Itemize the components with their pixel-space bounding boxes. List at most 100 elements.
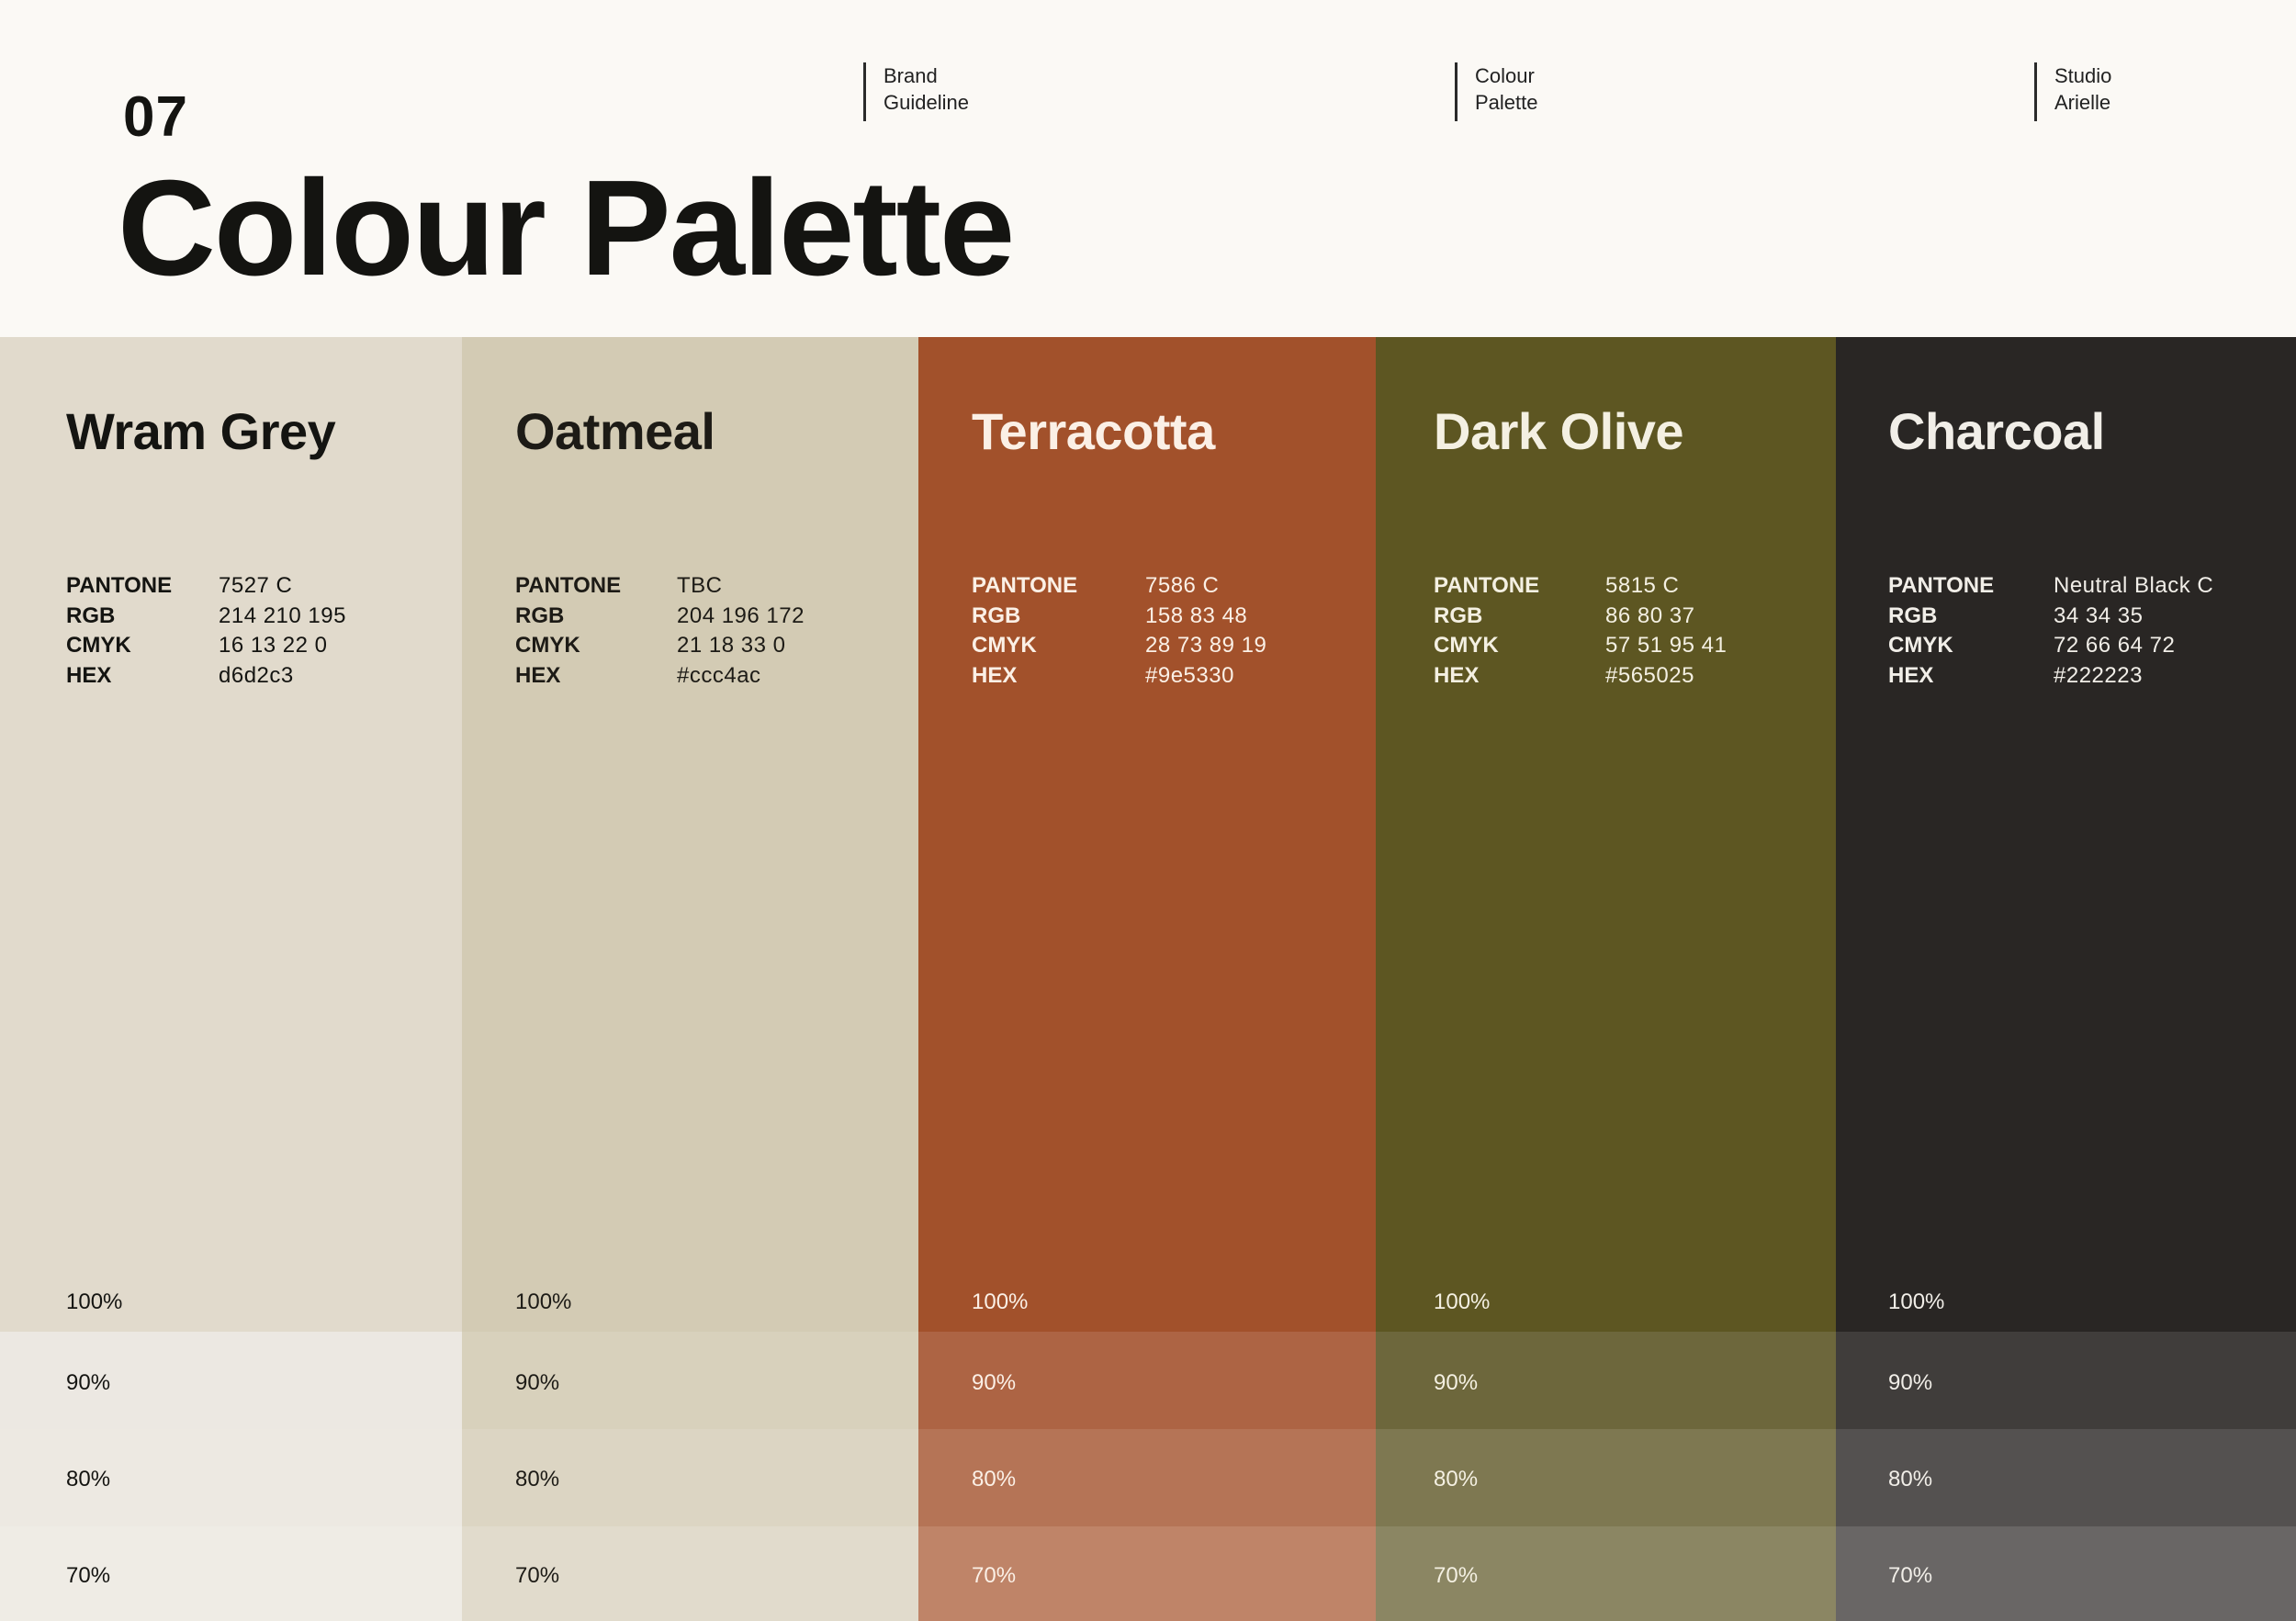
tint-percentage: 70% bbox=[1434, 1563, 1479, 1588]
meta-line: Brand bbox=[884, 64, 938, 87]
swatch-main bbox=[918, 337, 1376, 1332]
meta-brand-guideline: Brand Guideline bbox=[863, 62, 969, 121]
tint-percentage: 90% bbox=[66, 1370, 111, 1395]
spec-label: HEX bbox=[972, 662, 1018, 688]
page-header: 07 Colour Palette Brand Guideline Colour… bbox=[0, 0, 2296, 337]
colour-name: Charcoal bbox=[1888, 402, 2105, 460]
spec-row: PANTONE 5815 C bbox=[1434, 571, 1727, 602]
swatch-column: Dark Olive PANTONE 5815 C RGB 86 80 37 CMYK 57… bbox=[1376, 337, 1836, 1621]
spec-row: CMYK 16 13 22 0 bbox=[66, 631, 346, 661]
swatch-main bbox=[1376, 337, 1836, 1332]
spec-row: RGB 86 80 37 bbox=[1434, 602, 1727, 632]
spec-value-rgb: 158 83 48 bbox=[1145, 602, 1248, 628]
tint-percentage: 80% bbox=[66, 1467, 111, 1492]
meta-line: Colour bbox=[1475, 64, 1535, 87]
tint-percentage: 70% bbox=[66, 1563, 111, 1588]
spec-value-hex: #ccc4ac bbox=[677, 662, 761, 688]
colour-name: Wram Grey bbox=[66, 402, 336, 460]
spec-row: PANTONE TBC bbox=[515, 571, 805, 602]
tint-percentage: 80% bbox=[1888, 1467, 1933, 1492]
spec-label: HEX bbox=[66, 662, 112, 688]
spec-row: HEX d6d2c3 bbox=[66, 661, 346, 692]
tint-percentage: 70% bbox=[1888, 1563, 1933, 1588]
spec-row: HEX #222223 bbox=[1888, 661, 2213, 692]
tint-percentage: 80% bbox=[972, 1467, 1017, 1492]
spec-label: HEX bbox=[1434, 662, 1480, 688]
swatch-column: Terracotta PANTONE 7586 C RGB 158 83 48 CMYK 2… bbox=[918, 337, 1376, 1621]
spec-row: RGB 214 210 195 bbox=[66, 602, 346, 632]
spec-value-cmyk: 72 66 64 72 bbox=[2054, 633, 2176, 658]
meta-studio: Studio Arielle bbox=[2034, 62, 2111, 121]
spec-row: CMYK 72 66 64 72 bbox=[1888, 631, 2213, 661]
tint-percentage: 90% bbox=[515, 1370, 560, 1395]
meta-colour-palette: Colour Palette bbox=[1455, 62, 1538, 121]
colour-specs: PANTONE 5815 C RGB 86 80 37 CMYK 57 51 95 41 H… bbox=[1434, 571, 1727, 691]
colour-specs: PANTONE 7527 C RGB 214 210 195 CMYK 16 13 22 … bbox=[66, 571, 346, 691]
spec-label: CMYK bbox=[972, 633, 1037, 658]
spec-value-cmyk: 57 51 95 41 bbox=[1605, 633, 1728, 658]
spec-row: HEX #565025 bbox=[1434, 661, 1727, 692]
tint-percentage: 100% bbox=[972, 1289, 1029, 1314]
colour-specs: PANTONE TBC RGB 204 196 172 CMYK 21 18 33 0 HE… bbox=[515, 571, 805, 691]
spec-row: CMYK 28 73 89 19 bbox=[972, 631, 1266, 661]
colour-name: Dark Olive bbox=[1434, 402, 1684, 460]
spec-label: CMYK bbox=[1434, 633, 1499, 658]
tint-percentage: 90% bbox=[1434, 1370, 1479, 1395]
spec-row: RGB 204 196 172 bbox=[515, 602, 805, 632]
spec-label: PANTONE bbox=[972, 573, 1078, 598]
tint-percentage: 70% bbox=[515, 1563, 560, 1588]
spec-value-hex: d6d2c3 bbox=[219, 662, 294, 688]
tint-percentage: 70% bbox=[972, 1563, 1017, 1588]
spec-value-hex: #222223 bbox=[2054, 662, 2143, 688]
colour-specs: PANTONE 7586 C RGB 158 83 48 CMYK 28 73 89 19… bbox=[972, 571, 1266, 691]
tint-percentage: 90% bbox=[1888, 1370, 1933, 1395]
spec-row: HEX #9e5330 bbox=[972, 661, 1266, 692]
spec-label: PANTONE bbox=[1888, 573, 1995, 598]
swatch-column: Oatmeal PANTONE TBC RGB 204 196 172 CMYK 21 18… bbox=[462, 337, 918, 1621]
spec-value-hex: #9e5330 bbox=[1145, 662, 1234, 688]
colour-specs: PANTONE Neutral Black C RGB 34 34 35 CMYK 72 … bbox=[1888, 571, 2213, 691]
spec-value-pantone: Neutral Black C bbox=[2054, 573, 2214, 598]
colour-swatches: Wram Grey PANTONE 7527 C RGB 214 210 195 CMYK… bbox=[0, 337, 2296, 1621]
spec-label: RGB bbox=[66, 602, 116, 628]
colour-name: Oatmeal bbox=[515, 402, 715, 460]
tint-percentage: 100% bbox=[66, 1289, 123, 1314]
swatch-main bbox=[1836, 337, 2296, 1332]
meta-line: Arielle bbox=[2054, 91, 2111, 114]
swatch-main bbox=[0, 337, 462, 1332]
spec-value-cmyk: 21 18 33 0 bbox=[677, 633, 786, 658]
spec-label: HEX bbox=[1888, 662, 1934, 688]
tint-percentage: 100% bbox=[1434, 1289, 1491, 1314]
spec-label: CMYK bbox=[66, 633, 131, 658]
swatch-main bbox=[462, 337, 918, 1332]
tint-percentage: 90% bbox=[972, 1370, 1017, 1395]
spec-row: CMYK 57 51 95 41 bbox=[1434, 631, 1727, 661]
spec-value-rgb: 204 196 172 bbox=[677, 602, 805, 628]
tint-percentage: 100% bbox=[515, 1289, 572, 1314]
spec-value-rgb: 34 34 35 bbox=[2054, 602, 2144, 628]
tint-percentage: 100% bbox=[1888, 1289, 1945, 1314]
meta-line: Palette bbox=[1475, 91, 1538, 114]
spec-label: PANTONE bbox=[66, 573, 173, 598]
spec-value-cmyk: 16 13 22 0 bbox=[219, 633, 328, 658]
spec-row: RGB 34 34 35 bbox=[1888, 602, 2213, 632]
page-number: 07 bbox=[123, 85, 188, 149]
spec-label: CMYK bbox=[1888, 633, 1953, 658]
tint-percentage: 80% bbox=[1434, 1467, 1479, 1492]
tint-percentage: 80% bbox=[515, 1467, 560, 1492]
spec-value-pantone: 5815 C bbox=[1605, 573, 1680, 598]
colour-name: Terracotta bbox=[972, 402, 1215, 460]
spec-value-pantone: 7527 C bbox=[219, 573, 293, 598]
spec-value-hex: #565025 bbox=[1605, 662, 1694, 688]
spec-value-rgb: 214 210 195 bbox=[219, 602, 346, 628]
spec-label: PANTONE bbox=[1434, 573, 1540, 598]
spec-label: RGB bbox=[515, 602, 565, 628]
spec-row: PANTONE 7586 C bbox=[972, 571, 1266, 602]
spec-row: RGB 158 83 48 bbox=[972, 602, 1266, 632]
page-title: Colour Palette bbox=[118, 152, 1015, 304]
spec-value-rgb: 86 80 37 bbox=[1605, 602, 1695, 628]
spec-value-cmyk: 28 73 89 19 bbox=[1145, 633, 1267, 658]
spec-label: HEX bbox=[515, 662, 561, 688]
spec-label: RGB bbox=[1434, 602, 1483, 628]
spec-row: CMYK 21 18 33 0 bbox=[515, 631, 805, 661]
